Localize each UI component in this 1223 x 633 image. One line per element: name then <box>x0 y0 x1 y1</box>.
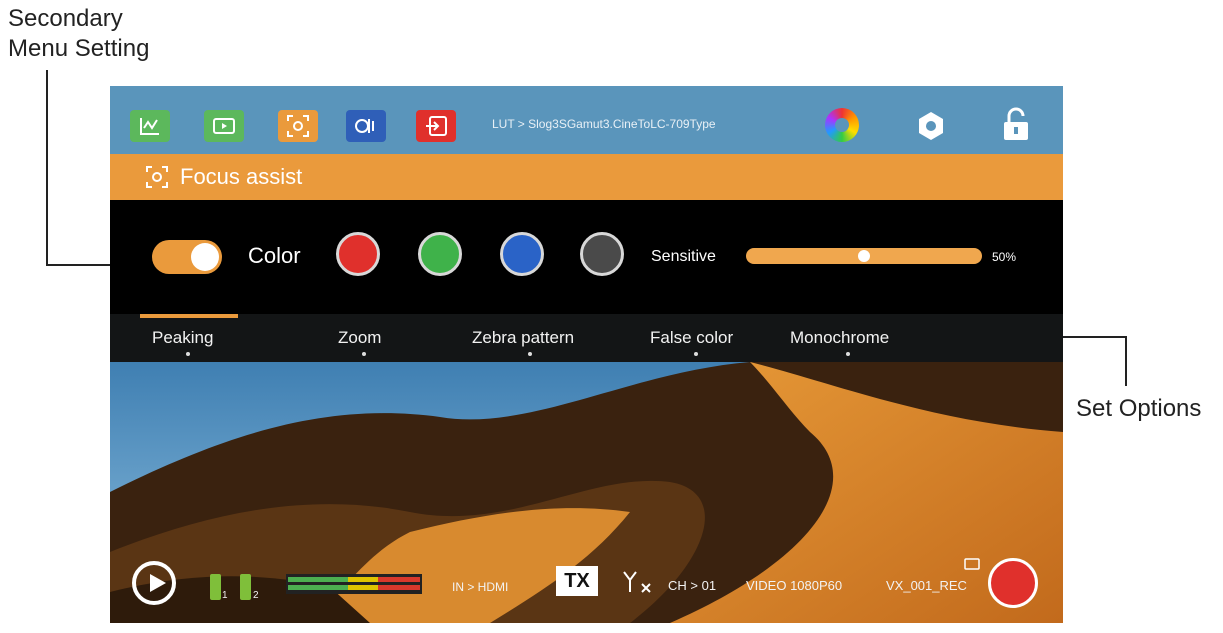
sensitive-label: Sensitive <box>651 248 716 265</box>
color-swatch-red[interactable] <box>336 232 380 276</box>
focus-icon <box>146 166 168 188</box>
tab-dot <box>694 352 698 356</box>
tab-dot <box>846 352 850 356</box>
color-swatch-gray[interactable] <box>580 232 624 276</box>
active-tab-indicator <box>140 314 238 318</box>
video-button[interactable] <box>204 110 244 142</box>
audio-button[interactable] <box>346 110 386 142</box>
lut-label[interactable]: LUT > Slog3SGamut3.CineToLC-709Type <box>492 117 716 131</box>
sensitive-slider-knob[interactable] <box>858 250 870 262</box>
input-button[interactable] <box>416 110 456 142</box>
tab-monochrome[interactable]: Monochrome <box>790 328 889 348</box>
callout-set-options: Set Options <box>1076 395 1202 422</box>
color-label: Color <box>248 243 301 268</box>
callout-line-vertical-right <box>1125 336 1127 386</box>
tab-dot <box>186 352 190 356</box>
tab-false-color[interactable]: False color <box>650 328 733 348</box>
color-wheel-icon[interactable] <box>825 108 859 142</box>
battery-2-icon <box>240 574 251 600</box>
battery-1-label: 1 <box>222 590 228 601</box>
play-button[interactable] <box>132 561 176 605</box>
settings-button[interactable] <box>915 110 947 142</box>
record-file-name: VX_001_REC <box>886 578 967 593</box>
tab-zoom[interactable]: Zoom <box>338 328 381 348</box>
tab-dot <box>362 352 366 356</box>
status-bar: 1 2 IN > HDMI TX CH > 01 VIDEO 1080P60 V… <box>110 554 1063 623</box>
callout-secondary-menu: Secondary Menu Setting <box>8 4 149 64</box>
video-icon <box>213 118 235 134</box>
input-source: IN > HDMI <box>452 580 509 594</box>
record-button[interactable] <box>988 558 1038 608</box>
callout-secondary-line1: Secondary <box>8 5 123 32</box>
battery-1-icon <box>210 574 221 600</box>
callout-line-horizontal-right <box>1063 336 1127 338</box>
audio-icon <box>355 119 374 133</box>
waveform-icon <box>140 118 159 135</box>
video-format: VIDEO 1080P60 <box>746 578 843 593</box>
lock-button[interactable] <box>1002 106 1030 142</box>
tab-zebra-pattern[interactable]: Zebra pattern <box>472 328 574 348</box>
color-swatch-green[interactable] <box>418 232 462 276</box>
focus-assist-toggle[interactable] <box>152 240 222 274</box>
monitor-screen: LUT > Slog3SGamut3.CineToLC-709Type Focu… <box>110 86 1063 623</box>
sensitive-value: 50% <box>992 250 1017 264</box>
input-icon <box>426 116 447 136</box>
tab-dot <box>528 352 532 356</box>
gear-icon <box>919 112 943 140</box>
submenu-bar: Focus assist <box>110 154 1063 200</box>
focus-settings-panel: Color Sensitive 50% <box>110 200 1063 314</box>
submenu-title: Focus assist <box>180 164 303 189</box>
callout-line-vertical-left <box>46 70 48 266</box>
option-tabs: Peaking Zoom Zebra pattern False color M… <box>110 314 1063 362</box>
waveform-button[interactable] <box>130 110 170 142</box>
focus-icon <box>287 115 309 137</box>
antenna-icon <box>623 571 651 593</box>
color-swatch-blue[interactable] <box>500 232 544 276</box>
storage-icon <box>964 558 980 570</box>
sensitive-slider[interactable] <box>746 248 982 264</box>
callout-secondary-line2: Menu Setting <box>8 35 150 62</box>
tab-peaking[interactable]: Peaking <box>152 328 213 348</box>
audio-meter <box>286 574 422 594</box>
callout-line-horizontal-left <box>46 264 110 266</box>
battery-2-label: 2 <box>253 590 259 601</box>
tx-badge[interactable]: TX <box>556 566 598 596</box>
lock-icon <box>1004 107 1028 140</box>
channel-label: CH > 01 <box>668 578 717 593</box>
focus-assist-button[interactable] <box>278 110 318 142</box>
top-toolbar: LUT > Slog3SGamut3.CineToLC-709Type <box>110 86 1063 154</box>
